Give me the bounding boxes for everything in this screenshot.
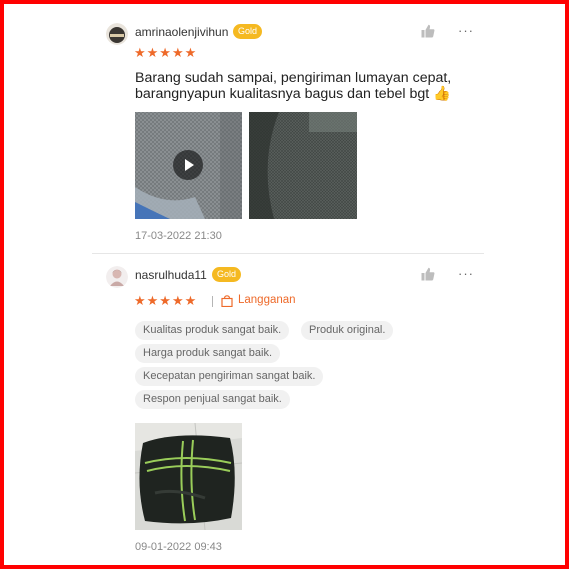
gold-badge: Gold [233,24,263,39]
thumbs-up-icon[interactable] [421,267,435,281]
more-options-icon[interactable]: ··· [458,267,474,280]
star-rating: ★★★★★ [134,293,198,308]
review-tag-chip: Kecepatan pengiriman sangat baik. [135,367,324,386]
more-options-icon[interactable]: ··· [458,24,474,37]
review-comment-line-2: barangnyapun kualitasnya bagus dan tebel… [135,86,451,102]
avatar[interactable] [106,266,128,288]
thumbs-up-icon[interactable] [421,24,435,38]
username[interactable]: nasrulhuda11 [135,268,207,282]
review-photo[interactable] [249,112,357,219]
review-date: 17-03-2022 21:30 [135,230,222,242]
avatar[interactable] [106,23,128,45]
screenshot-frame: amrinaolenjivihun Gold ··· ★★★★★ Barang … [0,0,569,569]
gold-badge: Gold [212,267,242,282]
review-tag-chip: Kualitas produk sangat baik. [135,321,290,340]
subscription-label: Langganan [238,294,296,306]
review-photo[interactable] [135,423,242,530]
star-rating: ★★★★★ [134,45,198,60]
review-tag-chip: Harga produk sangat baik. [135,344,281,363]
review-video-thumbnail[interactable] [135,112,242,219]
bag-icon [221,294,233,308]
review-tag-chip: Produk original. [301,321,394,340]
username[interactable]: amrinaolenjivihun [135,25,228,39]
review-date: 09-01-2022 09:43 [135,541,222,553]
rating-separator [212,296,213,307]
review-tag-chip: Respon penjual sangat baik. [135,390,290,409]
review-divider [92,253,484,254]
play-icon[interactable] [173,150,203,180]
